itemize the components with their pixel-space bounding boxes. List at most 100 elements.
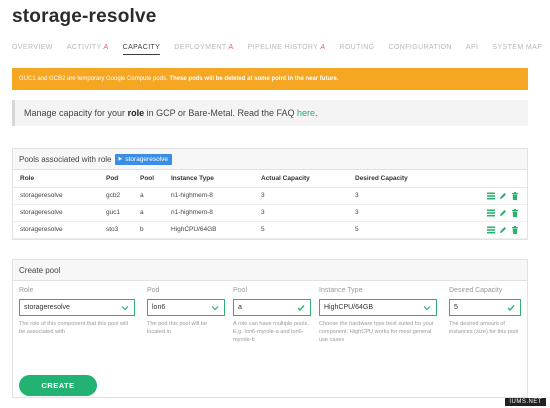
cell-role: storageresolve bbox=[13, 204, 99, 222]
field-help: The desired amount of instances (size) f… bbox=[449, 321, 519, 335]
trash-icon[interactable] bbox=[511, 191, 519, 200]
table-header-row: Role Pod Pool Instance Type Actual Capac… bbox=[13, 170, 527, 188]
play-icon: ▶ bbox=[118, 155, 123, 162]
tab-label: DEPLOYMENT bbox=[174, 44, 227, 51]
field-label: Role bbox=[19, 287, 34, 294]
cell-role: storageresolve bbox=[13, 221, 99, 239]
instance-type-select[interactable]: HighCPU/64GB bbox=[319, 299, 437, 316]
watermark: IUMS.NET bbox=[505, 398, 546, 406]
chevron-down-icon bbox=[121, 303, 129, 311]
banner-text: GUC1 and GCB2 are temporary Google Compu… bbox=[19, 76, 170, 82]
tab-capacity[interactable]: CAPACITY bbox=[122, 44, 161, 55]
cell-pool: a bbox=[133, 187, 164, 205]
alpha-badge: α bbox=[228, 44, 234, 51]
tab-pipeline-history[interactable]: PIPELINE HISTORY α bbox=[248, 44, 326, 51]
tab-deployment[interactable]: DEPLOYMENT α bbox=[174, 44, 233, 51]
tab-label: ROUTING bbox=[339, 44, 375, 51]
page-title: storage-resolve bbox=[12, 6, 157, 27]
list-icon[interactable] bbox=[487, 209, 495, 217]
capacity-notice: Manage capacity for your role in GCP or … bbox=[12, 100, 528, 126]
column-header: Actual Capacity bbox=[254, 170, 348, 188]
column-header: Instance Type bbox=[164, 170, 254, 188]
tab-label: PIPELINE HISTORY bbox=[247, 44, 319, 51]
check-icon bbox=[507, 303, 515, 312]
pool-input[interactable]: a bbox=[233, 299, 311, 316]
notice-text: Manage capacity for your bbox=[24, 108, 128, 118]
tab-label: OVERVIEW bbox=[12, 44, 53, 51]
create-pool-header: Create pool bbox=[13, 260, 527, 281]
create-pool-heading: Create pool bbox=[19, 265, 61, 275]
column-header: Pool bbox=[133, 170, 164, 188]
tab-api[interactable]: API bbox=[466, 44, 478, 51]
tab-routing[interactable]: ROUTING bbox=[339, 44, 374, 51]
cell-desired-capacity: 3 bbox=[348, 187, 445, 205]
check-icon bbox=[297, 303, 305, 312]
edit-icon[interactable] bbox=[499, 226, 507, 234]
list-icon[interactable] bbox=[487, 192, 495, 200]
select-value: lon6 bbox=[152, 304, 166, 311]
field-help: The pod this pool will be located in bbox=[147, 321, 208, 335]
role-tag-label: storageresolve bbox=[125, 155, 168, 163]
pod-field-group: Pod lon6 The pod this pool will be locat… bbox=[147, 287, 225, 336]
row-actions bbox=[444, 204, 527, 222]
tab-label: CONFIGURATION bbox=[388, 44, 452, 51]
column-header: Desired Capacity bbox=[348, 170, 445, 188]
role-tag[interactable]: ▶ storageresolve bbox=[114, 153, 172, 165]
alpha-badge: α bbox=[320, 44, 326, 51]
create-pool-panel: Create pool Role storageresolve The role… bbox=[12, 259, 528, 398]
list-icon[interactable] bbox=[487, 226, 495, 234]
pod-select[interactable]: lon6 bbox=[147, 299, 225, 316]
pool-field-group: Pool a A role can have multiple pools. E… bbox=[233, 287, 311, 344]
create-pool-form: Role storageresolve The role of this com… bbox=[13, 281, 527, 398]
tab-activity[interactable]: ACTIVITY α bbox=[67, 44, 109, 51]
pools-panel-header: Pools associated with role ▶ storageresol… bbox=[13, 149, 527, 170]
row-actions bbox=[444, 221, 527, 239]
column-header: Pod bbox=[99, 170, 133, 188]
desired-capacity-field-group: Desired Capacity 5 The desired amount of… bbox=[449, 287, 521, 336]
select-value: storageresolve bbox=[24, 304, 70, 311]
cell-actual-capacity: 3 bbox=[254, 204, 348, 222]
alpha-badge: α bbox=[103, 44, 109, 51]
pools-heading: Pools associated with role bbox=[19, 154, 112, 164]
banner-bold-text: These pods will be deleted at some point… bbox=[169, 76, 339, 82]
select-value: HighCPU/64GB bbox=[324, 304, 374, 311]
notice-bold: role bbox=[127, 108, 145, 118]
desired-capacity-input[interactable]: 5 bbox=[449, 299, 521, 316]
trash-icon[interactable] bbox=[511, 225, 519, 234]
cell-instance-type: n1-highmem-8 bbox=[164, 187, 254, 205]
tab-label: CAPACITY bbox=[122, 44, 161, 51]
cell-pool: a bbox=[133, 204, 164, 222]
warning-banner: GUC1 and GCB2 are temporary Google Compu… bbox=[12, 68, 528, 90]
faq-link[interactable]: here bbox=[297, 108, 315, 118]
trash-icon[interactable] bbox=[511, 208, 519, 217]
tab-system-map[interactable]: SYSTEM MAP bbox=[492, 44, 542, 51]
input-value: 5 bbox=[454, 304, 458, 311]
field-help: A role can have multiple pools. E.g. lon… bbox=[233, 321, 309, 343]
notice-text: . bbox=[315, 108, 318, 118]
create-button[interactable]: CREATE bbox=[19, 375, 97, 396]
cell-instance-type: HighCPU/64GB bbox=[164, 221, 254, 239]
field-label: Pool bbox=[233, 287, 248, 294]
tab-overview[interactable]: OVERVIEW bbox=[12, 44, 53, 51]
table-row: storageresolve guc1 a n1-highmem-8 3 3 bbox=[13, 204, 527, 222]
pools-table: Role Pod Pool Instance Type Actual Capac… bbox=[13, 170, 527, 239]
instance-type-field-group: Instance Type HighCPU/64GB Choose the ha… bbox=[319, 287, 437, 344]
tab-configuration[interactable]: CONFIGURATION bbox=[389, 44, 452, 51]
field-help: The role of this component that this poo… bbox=[19, 321, 128, 335]
chevron-down-icon bbox=[423, 303, 431, 311]
role-select[interactable]: storageresolve bbox=[19, 299, 135, 316]
field-label: Desired Capacity bbox=[449, 287, 503, 294]
column-header: Role bbox=[13, 170, 99, 188]
cell-pod: gcb2 bbox=[99, 187, 133, 205]
edit-icon[interactable] bbox=[499, 192, 507, 200]
cell-actual-capacity: 5 bbox=[254, 221, 348, 239]
column-header-actions bbox=[444, 170, 527, 188]
cell-pod: sto3 bbox=[99, 221, 133, 239]
input-value: a bbox=[238, 304, 242, 311]
cell-pool: b bbox=[133, 221, 164, 239]
edit-icon[interactable] bbox=[499, 209, 507, 217]
tab-label: API bbox=[465, 44, 479, 51]
cell-pod: guc1 bbox=[99, 204, 133, 222]
role-field-group: Role storageresolve The role of this com… bbox=[19, 287, 135, 336]
field-label: Instance Type bbox=[319, 287, 363, 294]
